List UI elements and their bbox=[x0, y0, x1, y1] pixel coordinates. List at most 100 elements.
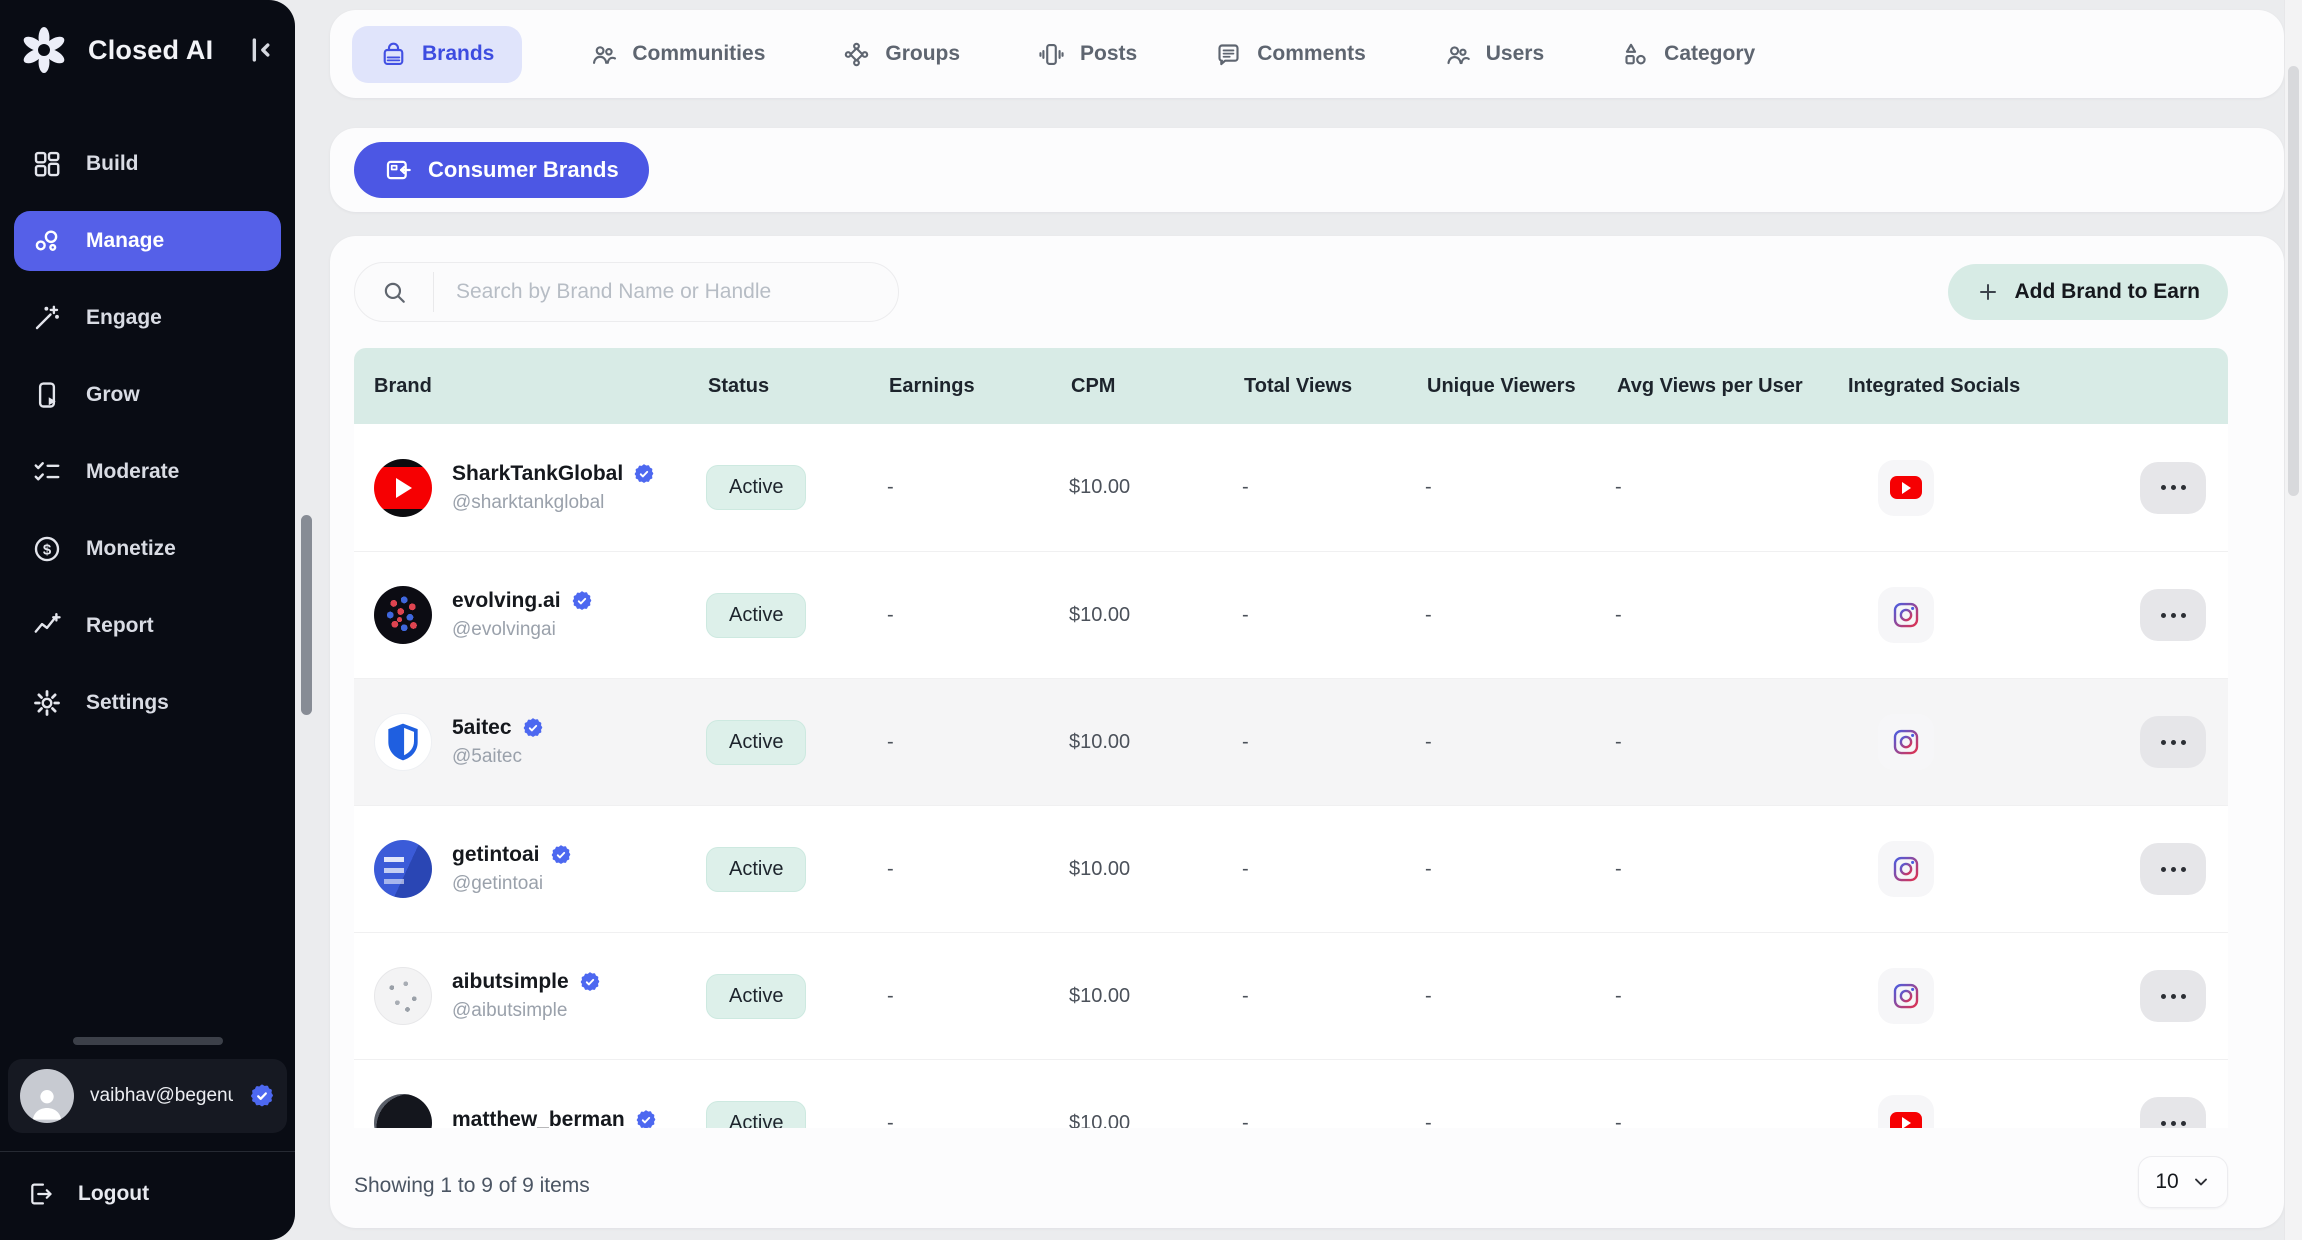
column-avg-views-per-user: Avg Views per User bbox=[1615, 375, 1846, 398]
sidebar-item-grow[interactable]: Grow bbox=[14, 365, 281, 425]
cpm-value: $10.00 bbox=[1069, 858, 1242, 881]
sidebar-item-report[interactable]: Report bbox=[14, 596, 281, 656]
tab-users[interactable]: Users bbox=[1434, 26, 1554, 83]
more-options-button[interactable] bbox=[2140, 716, 2206, 768]
tab-label: Posts bbox=[1080, 42, 1137, 66]
table-row-getintoai[interactable]: getintoai @getintoai Active - $10.00 - -… bbox=[354, 805, 2228, 932]
tab-posts[interactable]: Posts bbox=[1028, 26, 1147, 83]
earnings-value: - bbox=[887, 858, 1069, 881]
unique-viewers-value: - bbox=[1425, 858, 1615, 881]
grow-icon bbox=[32, 380, 62, 410]
plus-icon bbox=[1976, 280, 2000, 304]
earnings-value: - bbox=[887, 476, 1069, 499]
total-views-value: - bbox=[1242, 985, 1425, 1008]
column-earnings: Earnings bbox=[887, 375, 1069, 398]
brand-cell: evolving.ai @evolvingai bbox=[354, 586, 706, 644]
user-avatar-icon bbox=[20, 1069, 74, 1123]
manage-icon bbox=[32, 226, 62, 256]
unique-viewers-value: - bbox=[1425, 476, 1615, 499]
sidebar: Closed AI Build Manage Engage Grow Moderate $… bbox=[0, 0, 295, 1240]
consumer-brands-button[interactable]: Consumer Brands bbox=[354, 142, 649, 198]
tab-label: Users bbox=[1486, 42, 1544, 66]
pagination-summary: Showing 1 to 9 of 9 items bbox=[354, 1174, 590, 1198]
tab-comments[interactable]: Comments bbox=[1205, 26, 1376, 83]
column-total-views: Total Views bbox=[1242, 375, 1425, 398]
total-views-value: - bbox=[1242, 858, 1425, 881]
integrated-social bbox=[1878, 714, 1934, 770]
status-badge: Active bbox=[706, 847, 806, 892]
brand-handle: @getintoai bbox=[452, 873, 572, 895]
status-badge: Active bbox=[706, 974, 806, 1019]
page-scrollbar[interactable] bbox=[2284, 0, 2302, 1240]
sidebar-item-label: Report bbox=[86, 614, 154, 638]
total-views-value: - bbox=[1242, 604, 1425, 627]
comments-icon bbox=[1215, 41, 1242, 68]
more-options-button[interactable] bbox=[2140, 970, 2206, 1022]
integrated-social bbox=[1878, 841, 1934, 897]
logout-button[interactable]: Logout bbox=[0, 1152, 295, 1226]
verified-badge-icon bbox=[522, 717, 544, 739]
user-card[interactable]: vaibhav@begenu... bbox=[8, 1059, 287, 1133]
brands-table: BrandStatusEarningsCPMTotal ViewsUnique … bbox=[354, 348, 2228, 1128]
integrated-social bbox=[1878, 460, 1934, 516]
youtube-icon bbox=[1890, 1112, 1922, 1129]
tab-communities[interactable]: Communities bbox=[580, 26, 775, 83]
brand-name: evolving.ai bbox=[452, 589, 561, 613]
sidebar-item-manage[interactable]: Manage bbox=[14, 211, 281, 271]
more-options-button[interactable] bbox=[2140, 1097, 2206, 1128]
tab-label: Communities bbox=[632, 42, 765, 66]
unique-viewers-value: - bbox=[1425, 604, 1615, 627]
more-options-button[interactable] bbox=[2140, 589, 2206, 641]
add-brand-button[interactable]: Add Brand to Earn bbox=[1948, 264, 2228, 320]
build-icon bbox=[32, 149, 62, 179]
search-bar[interactable] bbox=[354, 262, 899, 322]
consumer-brands-icon bbox=[384, 156, 412, 184]
sidebar-header: Closed AI bbox=[0, 0, 295, 88]
sidebar-drag-handle[interactable] bbox=[73, 1037, 223, 1045]
engage-icon bbox=[32, 303, 62, 333]
sidebar-item-build[interactable]: Build bbox=[14, 134, 281, 194]
sidebar-scrollbar[interactable] bbox=[301, 515, 312, 715]
category-icon bbox=[1622, 41, 1649, 68]
verified-badge-icon bbox=[579, 971, 601, 993]
total-views-value: - bbox=[1242, 1112, 1425, 1129]
total-views-value: - bbox=[1242, 731, 1425, 754]
table-row-evolving-ai[interactable]: evolving.ai @evolvingai Active - $10.00 … bbox=[354, 551, 2228, 678]
tab-groups[interactable]: Groups bbox=[833, 26, 970, 83]
sidebar-item-engage[interactable]: Engage bbox=[14, 288, 281, 348]
cpm-value: $10.00 bbox=[1069, 604, 1242, 627]
sidebar-item-settings[interactable]: Settings bbox=[14, 673, 281, 733]
tab-brands[interactable]: Brands bbox=[352, 26, 522, 83]
sidebar-item-monetize[interactable]: $Monetize bbox=[14, 519, 281, 579]
table-row-sharktankglobal[interactable]: SharkTankGlobal @sharktankglobal Active … bbox=[354, 424, 2228, 551]
unique-viewers-value: - bbox=[1425, 985, 1615, 1008]
add-brand-label: Add Brand to Earn bbox=[2014, 280, 2200, 304]
brand-avatar bbox=[374, 1094, 432, 1128]
groups-icon bbox=[843, 41, 870, 68]
tab-category[interactable]: Category bbox=[1612, 26, 1765, 83]
cpm-value: $10.00 bbox=[1069, 476, 1242, 499]
more-options-button[interactable] bbox=[2140, 843, 2206, 895]
logout-icon bbox=[26, 1180, 54, 1208]
main-content: Brands Communities Groups Posts Comments User… bbox=[330, 0, 2284, 1240]
sidebar-collapse-button[interactable] bbox=[243, 33, 277, 67]
sidebar-item-label: Build bbox=[86, 152, 139, 176]
page-size-select[interactable]: 10 bbox=[2138, 1156, 2228, 1208]
moderate-icon bbox=[32, 457, 62, 487]
communities-icon bbox=[590, 41, 617, 68]
brand-avatar bbox=[374, 967, 432, 1025]
brand-handle: @sharktankglobal bbox=[452, 492, 655, 514]
column-unique-viewers: Unique Viewers bbox=[1425, 375, 1615, 398]
table-row-matthew-berman[interactable]: matthew_berman Active - $10.00 - - - bbox=[354, 1059, 2228, 1128]
avg-views-value: - bbox=[1615, 1112, 1846, 1129]
cpm-value: $10.00 bbox=[1069, 1112, 1242, 1129]
search-input[interactable] bbox=[433, 272, 898, 313]
more-options-button[interactable] bbox=[2140, 462, 2206, 514]
table-row-aibutsimple[interactable]: aibutsimple @aibutsimple Active - $10.00… bbox=[354, 932, 2228, 1059]
sidebar-item-label: Settings bbox=[86, 691, 169, 715]
earnings-value: - bbox=[887, 1112, 1069, 1129]
brand-name: 5aitec bbox=[452, 716, 512, 740]
report-icon bbox=[32, 611, 62, 641]
sidebar-item-moderate[interactable]: Moderate bbox=[14, 442, 281, 502]
table-row-5aitec[interactable]: 5aitec @5aitec Active - $10.00 - - - bbox=[354, 678, 2228, 805]
